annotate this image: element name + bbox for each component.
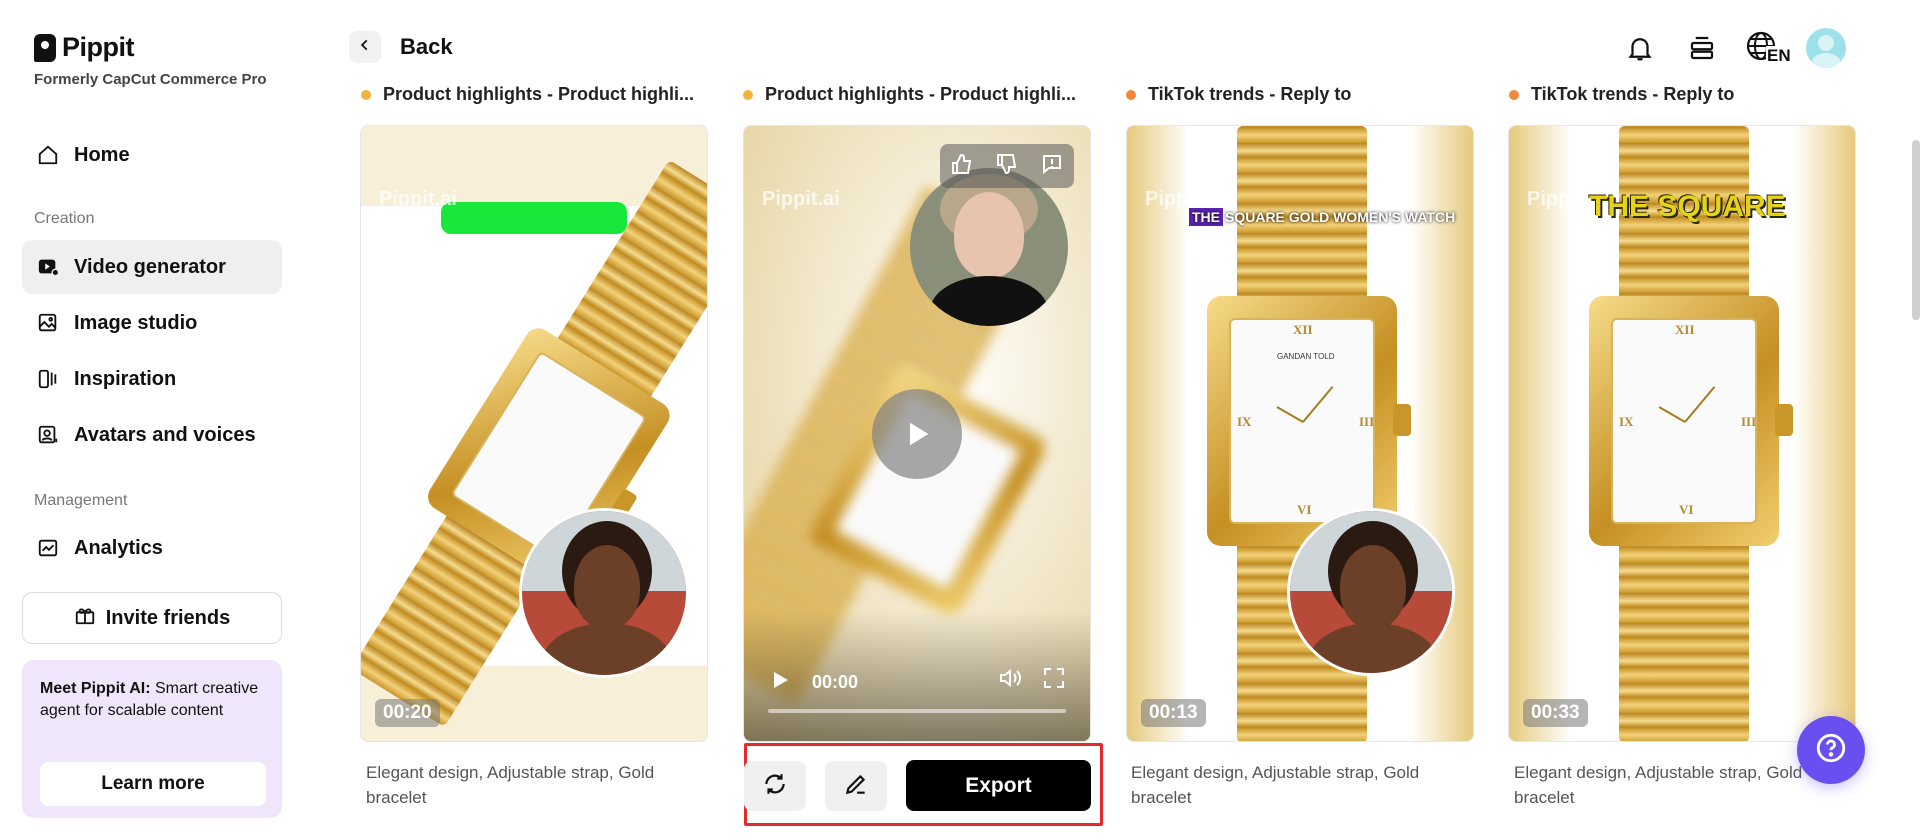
image-studio-icon xyxy=(36,311,60,335)
sidebar-item-label: Video generator xyxy=(74,255,226,278)
watermark: Pippit.ai xyxy=(762,188,840,210)
regenerate-button[interactable] xyxy=(744,761,806,811)
refresh-icon xyxy=(762,771,788,802)
sidebar-item-video-generator[interactable]: Video generator xyxy=(22,240,282,294)
sidebar-item-home[interactable]: Home xyxy=(22,128,282,182)
sidebar-item-inspiration[interactable]: Inspiration xyxy=(22,352,282,406)
analytics-icon xyxy=(36,536,60,560)
thumbs-up-icon[interactable] xyxy=(950,152,974,181)
sidebar-item-analytics[interactable]: Analytics xyxy=(22,521,282,575)
video-generator-icon xyxy=(36,255,60,279)
duration-badge: 00:13 xyxy=(1141,699,1206,727)
progress-bar[interactable] xyxy=(768,709,1066,713)
video-card[interactable]: Pippit.ai 00:20 xyxy=(360,125,708,742)
invite-friends-button[interactable]: Invite friends xyxy=(22,592,282,644)
brand-subtitle: Formerly CapCut Commerce Pro xyxy=(34,71,267,88)
card-description: Elegant design, Adjustable strap, Gold b… xyxy=(1131,763,1420,807)
back-label[interactable]: Back xyxy=(400,34,453,60)
pippit-logo-icon xyxy=(34,33,56,62)
language-code: EN xyxy=(1766,46,1792,66)
gift-icon xyxy=(74,604,96,632)
avatar[interactable] xyxy=(1806,28,1846,68)
duration-badge: 00:33 xyxy=(1523,699,1588,727)
watermark: Pippit xyxy=(1527,188,1583,210)
scrollbar[interactable] xyxy=(1912,140,1920,320)
promo-title: Meet Pippit AI: xyxy=(40,680,151,697)
sidebar-item-label: Avatars and voices xyxy=(74,423,256,446)
sidebar-item-image-studio[interactable]: Image studio xyxy=(22,296,282,350)
logo[interactable]: Pippit xyxy=(34,32,135,63)
sidebar: Pippit Formerly CapCut Commerce Pro Home… xyxy=(0,0,300,840)
avatar-presenter xyxy=(1287,508,1455,676)
dial-brand: GANDAN TOLD xyxy=(1277,352,1335,361)
pencil-icon xyxy=(843,771,869,802)
play-icon[interactable] xyxy=(768,668,792,697)
home-icon xyxy=(36,143,60,167)
sidebar-item-label: Inspiration xyxy=(74,367,177,390)
volume-icon[interactable] xyxy=(998,666,1024,695)
video-card[interactable]: XII VI IX III Pippit THE SQUARE 00:33 xyxy=(1508,125,1856,742)
card-title: TikTok trends - Reply to xyxy=(1126,84,1476,106)
fullscreen-icon[interactable] xyxy=(1042,666,1066,695)
avatar-presenter xyxy=(910,168,1068,326)
player-time: 00:00 xyxy=(812,672,859,692)
caption-text: SQUARE GOLD WOMEN'S WATCH xyxy=(1225,209,1456,225)
card-description: Elegant design, Adjustable strap, Gold b… xyxy=(366,763,655,807)
promo-text: Meet Pippit AI: Smart creative agent for… xyxy=(40,678,270,722)
bell-icon[interactable] xyxy=(1620,28,1660,68)
section-management: Management xyxy=(34,492,128,509)
invite-label: Invite friends xyxy=(105,606,231,629)
sidebar-item-label: Image studio xyxy=(74,311,198,334)
sidebar-item-label: Home xyxy=(74,143,130,166)
sidebar-item-label: Analytics xyxy=(74,536,163,559)
caption-overlay: THE xyxy=(1189,208,1223,226)
inspiration-icon xyxy=(36,367,60,391)
duration-badge: 00:20 xyxy=(375,699,440,727)
question-icon xyxy=(1814,731,1848,770)
card-title: Product highlights - Product highli... xyxy=(361,84,711,106)
help-button[interactable] xyxy=(1797,716,1865,784)
back-button[interactable] xyxy=(349,31,381,63)
avatar-voice-icon xyxy=(36,423,60,447)
section-creation: Creation xyxy=(34,210,95,227)
watermark: Pippit.ai xyxy=(379,188,457,210)
edit-button[interactable] xyxy=(825,761,887,811)
avatar-presenter xyxy=(519,508,689,678)
thumbs-down-icon[interactable] xyxy=(995,152,1019,181)
caption-text: THE SQUARE xyxy=(1589,190,1786,223)
video-card-active[interactable]: Pippit.ai 00:00 xyxy=(743,125,1091,742)
sidebar-item-avatars-voices[interactable]: Avatars and voices xyxy=(22,408,282,462)
card-title: TikTok trends - Reply to xyxy=(1509,84,1859,106)
card-title: Product highlights - Product highli... xyxy=(743,84,1093,106)
learn-more-button[interactable]: Learn more xyxy=(40,762,266,806)
play-overlay-button[interactable] xyxy=(872,389,962,479)
language-icon[interactable]: EN xyxy=(1744,28,1792,68)
export-button[interactable]: Export xyxy=(906,760,1091,811)
layers-icon[interactable] xyxy=(1682,28,1722,68)
promo-card: Meet Pippit AI: Smart creative agent for… xyxy=(22,660,282,818)
feedback-bar xyxy=(940,144,1074,188)
player-controls xyxy=(744,611,1090,741)
caption-badge: THE xyxy=(1189,208,1223,226)
report-icon[interactable] xyxy=(1040,152,1064,181)
video-card[interactable]: XII VI IX III GANDAN TOLD Pippit.ai THE … xyxy=(1126,125,1474,742)
chevron-left-icon xyxy=(358,38,372,57)
brand-name: Pippit xyxy=(62,32,135,62)
